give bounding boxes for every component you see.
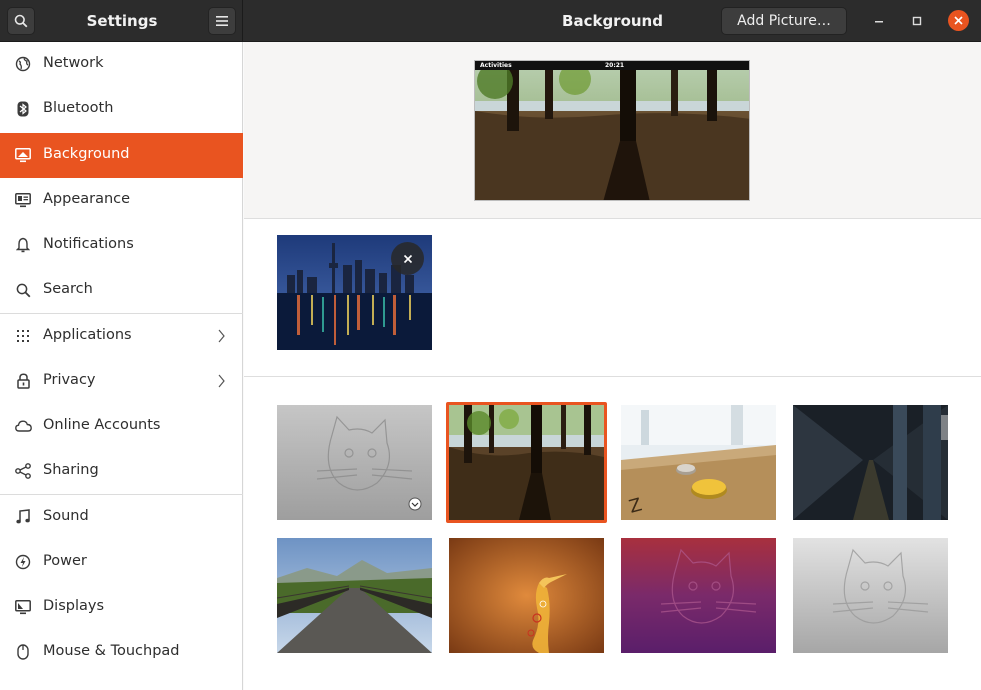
- sidebar-item-network[interactable]: Network: [0, 42, 243, 87]
- preview-section: Activities 20:21: [244, 42, 981, 219]
- sidebar-item-label: Network: [43, 55, 104, 71]
- sidebar-item-sharing[interactable]: Sharing: [0, 449, 243, 494]
- chevron-down-icon: [408, 497, 422, 511]
- bluetooth-icon: [14, 100, 32, 118]
- chevron-right-icon: [218, 374, 225, 388]
- close-icon: [954, 16, 963, 25]
- sidebar-item-label: Appearance: [43, 191, 131, 207]
- search-icon: [14, 281, 32, 299]
- sidebar-item-label: Mouse & Touchpad: [43, 643, 180, 659]
- suspension-bridge-image: [277, 538, 432, 653]
- app-title: Settings: [86, 12, 158, 30]
- lock-icon: [14, 372, 32, 390]
- sidebar-item-label: Search: [43, 281, 93, 297]
- bell-icon: [14, 236, 32, 254]
- display-icon: [14, 598, 32, 616]
- sidebar-item-appearance[interactable]: Appearance: [0, 178, 243, 223]
- sidebar-item-notifications[interactable]: Notifications: [0, 223, 243, 268]
- background-panel: Activities 20:21 Z: [244, 42, 981, 690]
- sidebar-item-bluetooth[interactable]: Bluetooth: [0, 87, 243, 132]
- sidebar-item-mouse-touchpad[interactable]: Mouse & Touchpad: [0, 630, 243, 675]
- sidebar: Network Bluetooth Background Appearance …: [0, 42, 243, 690]
- music-note-icon: [14, 508, 32, 526]
- apps-grid-icon: [14, 327, 32, 345]
- wallpaper-thumb-gray-fossa[interactable]: [277, 405, 432, 520]
- sidebar-item-label: Privacy: [43, 372, 96, 388]
- search-icon: [14, 14, 28, 28]
- fossa-light-gray-image: [793, 538, 948, 653]
- background-icon: [14, 146, 32, 164]
- chevron-right-icon: [218, 329, 225, 343]
- maximize-icon: [912, 16, 922, 26]
- page-title-label: Background: [562, 12, 663, 30]
- sidebar-item-applications[interactable]: Applications: [0, 314, 243, 359]
- forest-image: [449, 405, 604, 520]
- sidebar-item-search[interactable]: Search: [0, 268, 243, 313]
- preview-clock-label: 20:21: [605, 62, 625, 69]
- mouse-icon: [14, 643, 32, 661]
- wallpaper-thumb-forest[interactable]: [449, 405, 604, 520]
- sidebar-item-background[interactable]: Background: [0, 133, 243, 178]
- power-icon: [14, 553, 32, 571]
- network-icon: [14, 55, 32, 73]
- custom-backgrounds-section: [244, 220, 981, 377]
- cloud-icon: [14, 417, 32, 435]
- menu-button[interactable]: [208, 7, 236, 35]
- minimize-button[interactable]: [869, 11, 889, 31]
- sidebar-item-sound[interactable]: Sound: [0, 495, 243, 540]
- preview-activities-label: Activities: [480, 62, 512, 69]
- fossa-purple-image: [621, 538, 776, 653]
- settings-window: Settings Background Add Picture… Network…: [0, 0, 981, 690]
- sidebar-item-power[interactable]: Power: [0, 540, 243, 585]
- preview-top-bar: Activities 20:21: [475, 61, 749, 70]
- wallpaper-thumb-shuffleboard[interactable]: Z: [621, 405, 776, 520]
- sidebar-item-label: Displays: [43, 598, 105, 614]
- sidebar-item-label: Notifications: [43, 236, 134, 252]
- share-icon: [14, 462, 32, 480]
- close-icon: [403, 254, 412, 263]
- wallpaper-thumb-bridge[interactable]: [277, 538, 432, 653]
- sidebar-item-label: Applications: [43, 327, 132, 343]
- wallpaper-thumb-orange-heron[interactable]: [449, 538, 604, 653]
- orange-heron-image: [449, 538, 604, 653]
- search-button[interactable]: [7, 7, 35, 35]
- sidebar-item-label: Sharing: [43, 462, 99, 478]
- maximize-button[interactable]: [907, 11, 927, 31]
- sidebar-item-online-accounts[interactable]: Online Accounts: [0, 404, 243, 449]
- header-bar: Settings Background Add Picture…: [0, 0, 981, 42]
- minimize-icon: [875, 21, 883, 23]
- sidebar-item-label: Power: [43, 553, 87, 569]
- background-preview: Activities 20:21: [474, 60, 750, 201]
- sidebar-item-privacy[interactable]: Privacy: [0, 359, 243, 404]
- wallpaper-thumb-purple-fossa[interactable]: [621, 538, 776, 653]
- wallpaper-thumb-subway[interactable]: [793, 405, 948, 520]
- add-picture-button[interactable]: Add Picture…: [721, 7, 847, 35]
- sidebar-header: Settings: [0, 0, 243, 42]
- forest-preview-image: [475, 61, 749, 200]
- close-button[interactable]: [948, 10, 969, 31]
- sidebar-item-label: Sound: [43, 508, 89, 524]
- sidebar-item-label: Online Accounts: [43, 417, 161, 433]
- appearance-icon: [14, 191, 32, 209]
- wallpaper-thumb-light-gray-fossa[interactable]: [793, 538, 948, 653]
- subway-tunnel-image: [793, 405, 948, 520]
- hamburger-icon: [216, 16, 228, 26]
- sidebar-item-displays[interactable]: Displays: [0, 585, 243, 630]
- sidebar-item-label: Background: [43, 146, 130, 162]
- remove-wallpaper-button[interactable]: [391, 242, 424, 275]
- sidebar-item-label: Bluetooth: [43, 100, 114, 116]
- shuffleboard-image: Z: [621, 405, 776, 520]
